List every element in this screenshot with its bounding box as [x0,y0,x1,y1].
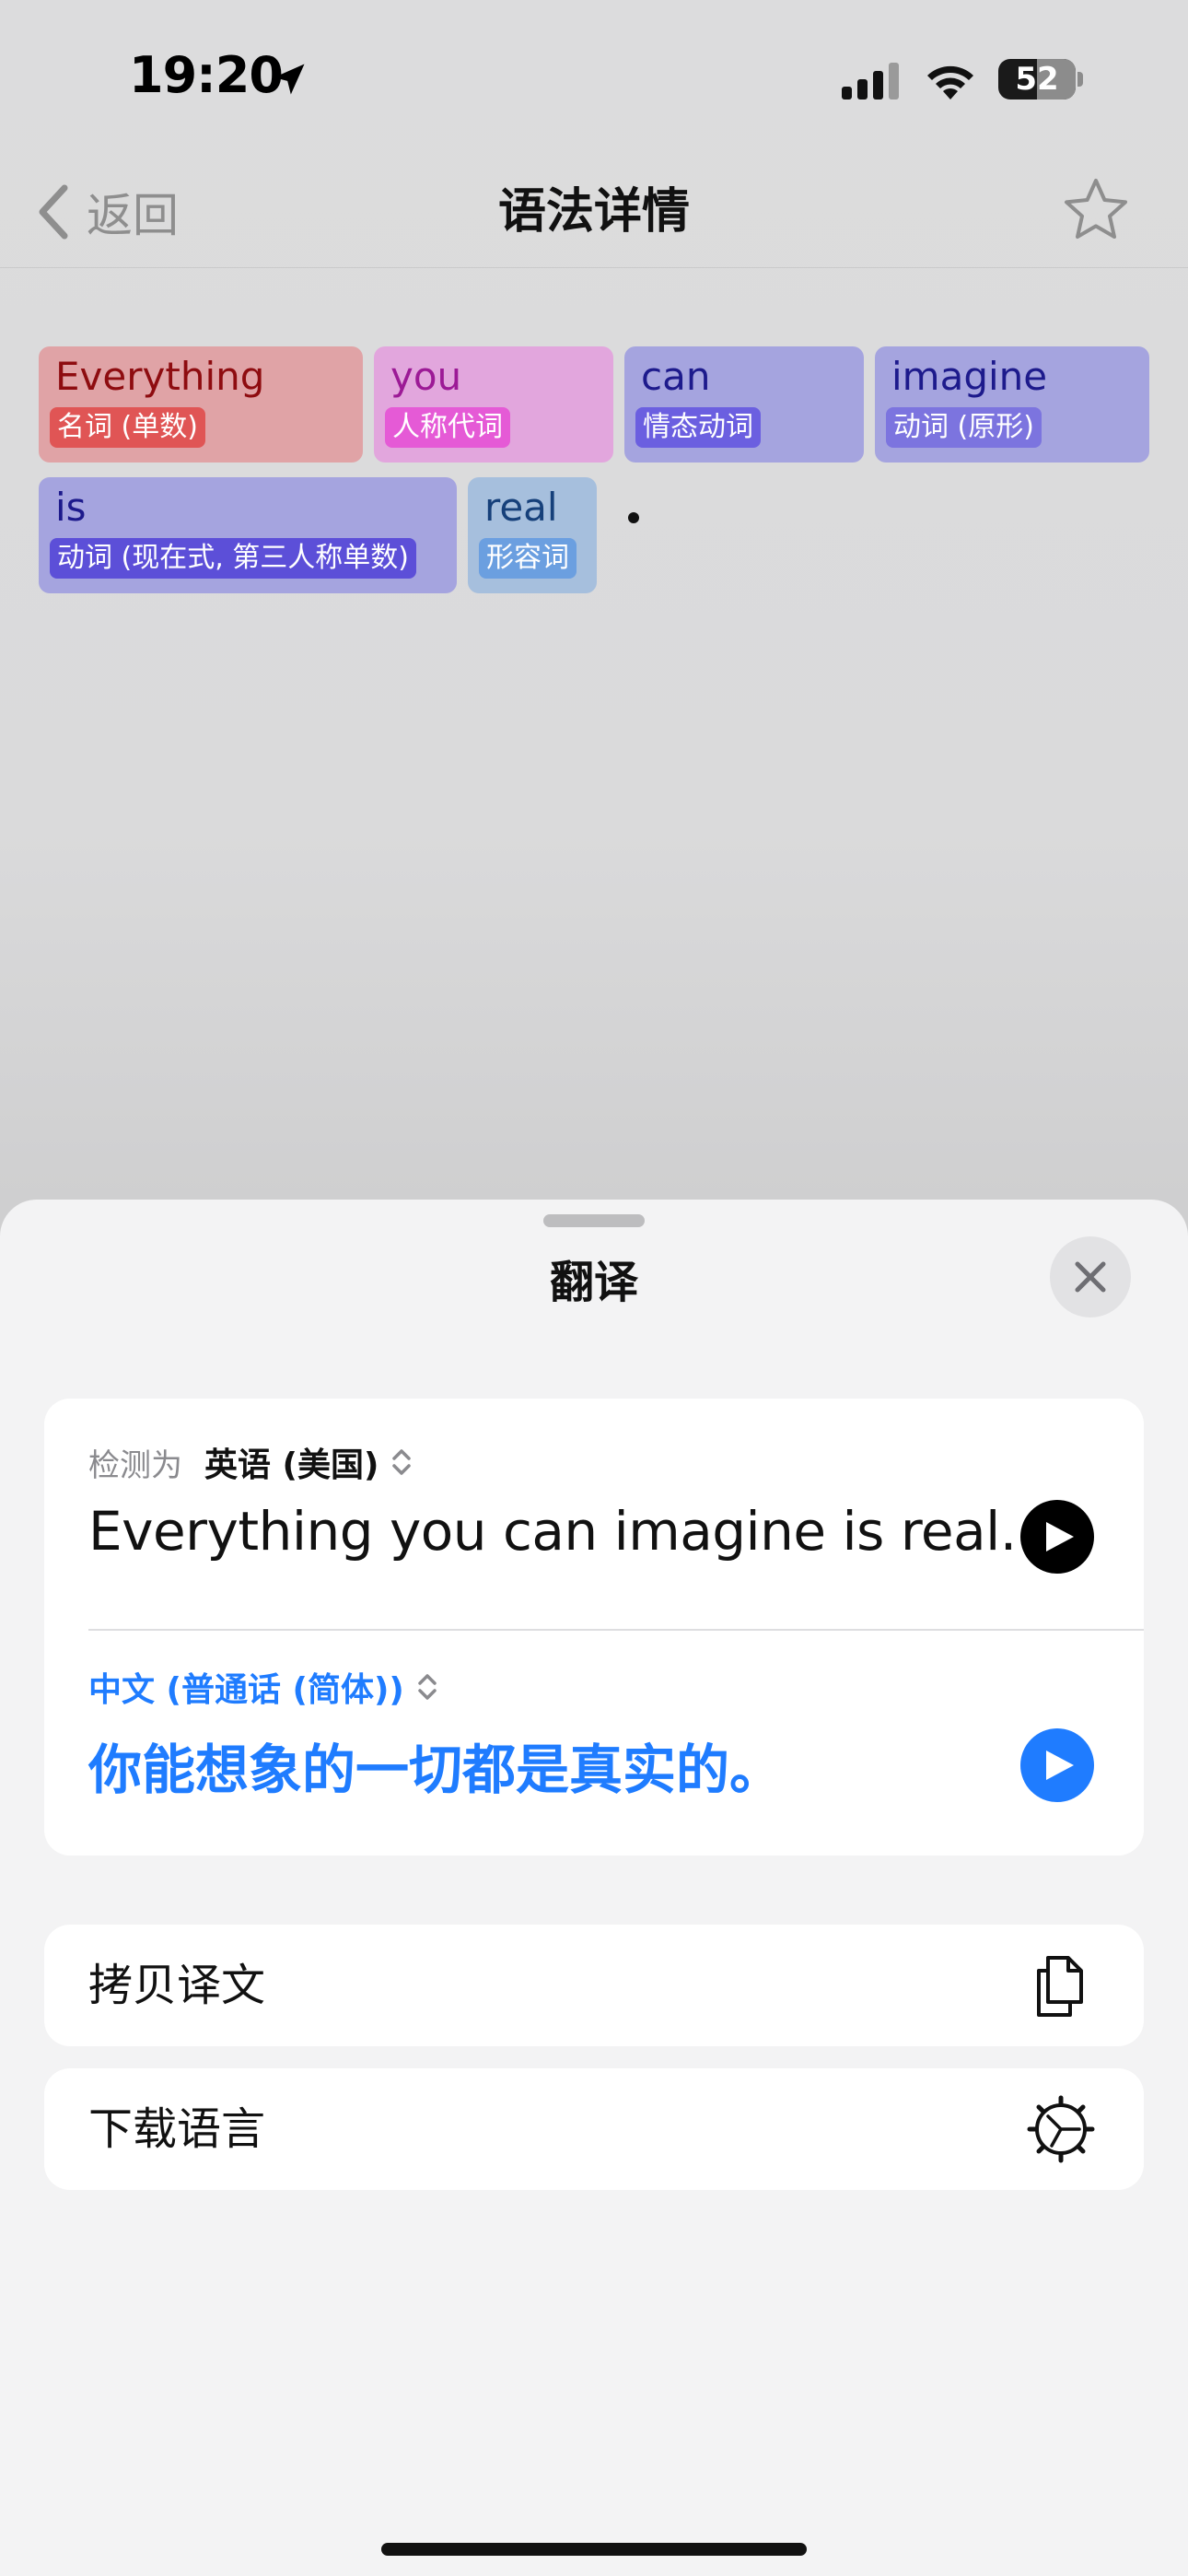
download-language-label: 下载语言 [88,2103,266,2155]
target-language-selector[interactable]: 中文 (普通话 (简体)) [88,1663,404,1711]
navigation-bar: 返回 语法详情 [0,157,1188,268]
token-tag: 动词 (现在式, 第三人称单数) [50,538,417,579]
token-word: imagine [891,354,1048,399]
battery-icon: 52 [998,59,1076,100]
wifi-icon [927,65,973,100]
target-language-row: 中文 (普通话 (简体)) [88,1664,441,1710]
close-button[interactable] [1050,1236,1131,1317]
token-tag: 名词 (单数) [50,407,205,448]
download-language-gear-icon [1027,2095,1095,2163]
token-chip[interactable]: imagine 动词 (原形) [875,346,1149,463]
battery-tip [1077,72,1083,87]
source-text: Everything you can imagine is real. [88,1500,1017,1563]
status-bar: 19:20 52 [0,0,1188,157]
token-tag: 情态动词 [635,407,761,448]
token-word: is [55,485,87,530]
sentence-period [628,512,639,523]
sheet-grabber[interactable] [543,1214,645,1227]
token-word: you [390,354,462,399]
token-tag: 动词 (原形) [886,407,1042,448]
token-tag: 人称代词 [385,407,510,448]
copy-documents-icon [1037,1956,1083,2017]
detected-as-label: 检测为 [88,1446,182,1484]
card-divider [88,1629,1144,1631]
location-arrow-icon [274,64,305,95]
chevron-up-down-icon [418,1674,437,1700]
token-chip[interactable]: you 人称代词 [374,346,613,463]
page-title: 语法详情 [497,184,690,240]
token-chip[interactable]: Everything 名词 (单数) [39,346,363,463]
token-word: can [641,354,711,399]
status-time: 19:20 [129,46,284,104]
home-indicator [381,2543,807,2556]
download-language-button[interactable]: 下载语言 [44,2068,1144,2190]
play-icon [1046,1751,1074,1780]
token-tag: 形容词 [479,538,577,579]
source-language-row: 检测为 英语 (美国) [88,1439,415,1485]
token-word: Everything [55,354,265,399]
translated-text: 你能想象的一切都是真实的。 [88,1739,784,1801]
play-source-button[interactable] [1020,1500,1094,1574]
play-translation-button[interactable] [1020,1728,1094,1802]
source-language-selector[interactable]: 英语 (美国) [204,1438,379,1486]
close-icon [1075,1261,1106,1293]
copy-translation-button[interactable]: 拷贝译文 [44,1925,1144,2046]
translation-card: 检测为 英语 (美国) Everything you can imagine i… [44,1399,1144,1856]
play-icon [1046,1522,1074,1551]
token-chip[interactable]: is 动词 (现在式, 第三人称单数) [39,477,457,593]
chevron-up-down-icon [392,1449,412,1475]
token-word: real [484,485,558,530]
star-icon[interactable] [1059,173,1133,247]
sheet-title: 翻译 [549,1257,638,1308]
background-app: 19:20 52 返回 语法详情 Everything 名词 (单数) you … [0,0,1188,1290]
cellular-signal-icon [842,63,899,100]
battery-level: 52 [1015,61,1059,98]
token-chip[interactable]: real 形容词 [468,477,597,593]
copy-translation-label: 拷贝译文 [88,1960,266,2011]
translation-sheet: 翻译 检测为 英语 (美国) Everything you can imagin… [0,1200,1188,2576]
token-chip[interactable]: can 情态动词 [624,346,864,463]
